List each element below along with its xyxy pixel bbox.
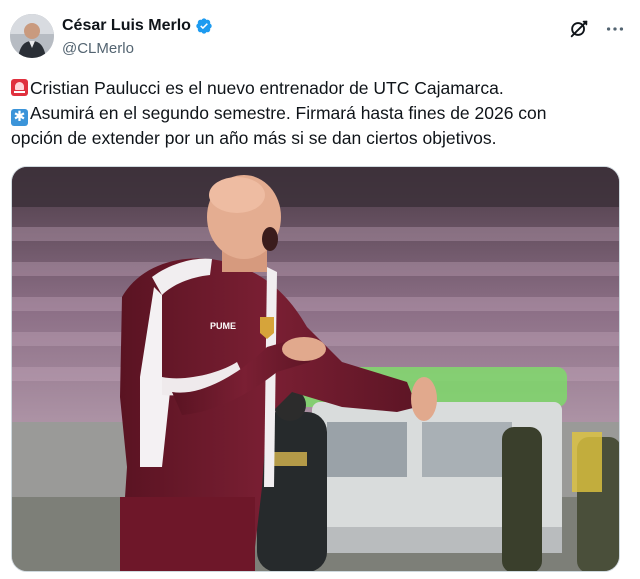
coach-photo: PUME: [12, 167, 619, 571]
tweet-header: César Luis Merlo @CLMerlo: [10, 14, 626, 60]
tweet-line-3: opción de extender por un año más si se …: [11, 128, 497, 148]
siren-emoji-icon: [11, 79, 28, 96]
avatar-photo-icon: [10, 14, 54, 58]
tweet-line-1-text: Cristian Paulucci es el nuevo entrenador…: [30, 78, 504, 98]
author-names: César Luis Merlo @CLMerlo: [62, 16, 213, 57]
grok-icon[interactable]: [568, 18, 590, 40]
more-dots-icon[interactable]: [604, 18, 626, 40]
tweet-photo[interactable]: PUME: [11, 166, 620, 572]
verified-badge-icon[interactable]: [195, 17, 213, 35]
tweet-line-2: ✱ Asumirá en el segundo semestre. Firmará…: [11, 101, 621, 126]
snowflake-emoji-icon: ✱: [11, 109, 28, 126]
tweet-text: Cristian Paulucci es el nuevo entrenador…: [11, 76, 621, 151]
display-name[interactable]: César Luis Merlo: [62, 17, 191, 35]
display-name-row: César Luis Merlo: [62, 16, 213, 36]
tweet-card: César Luis Merlo @CLMerlo Cristian Paulu…: [0, 0, 640, 579]
header-actions: [568, 18, 626, 40]
tweet-line-2-text: Asumirá en el segundo semestre. Firmará …: [30, 103, 547, 123]
jacket-brand-text: PUME: [210, 321, 236, 331]
author-handle[interactable]: @CLMerlo: [62, 40, 213, 57]
tweet-line-1: Cristian Paulucci es el nuevo entrenador…: [11, 76, 621, 101]
avatar[interactable]: [10, 14, 54, 58]
